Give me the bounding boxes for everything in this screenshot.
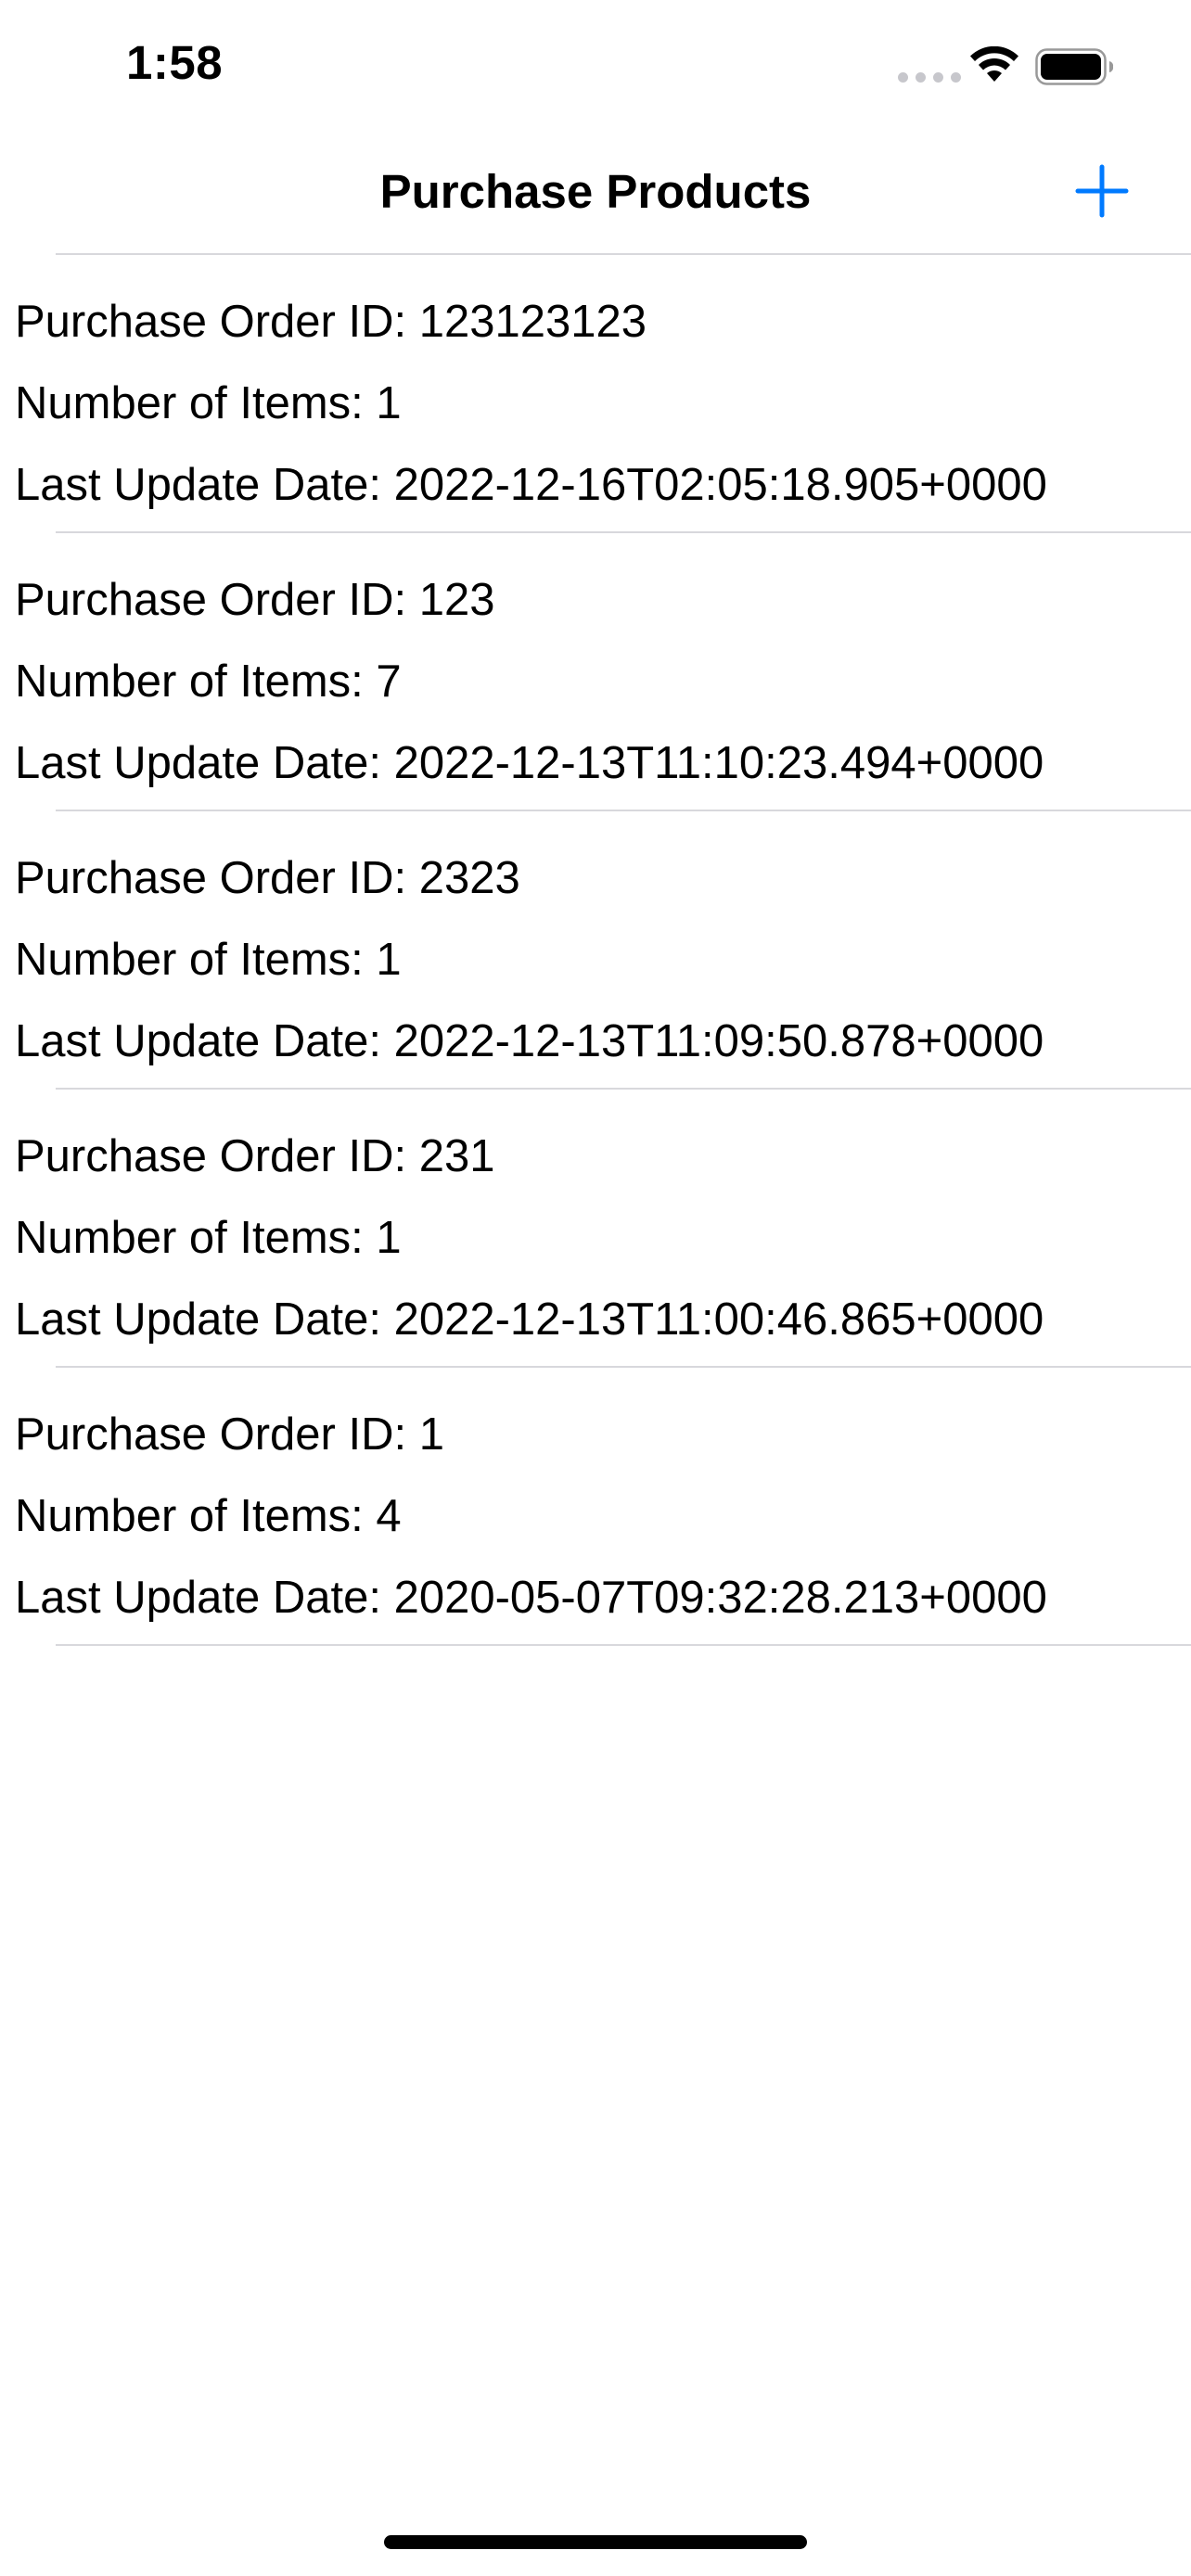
number-of-items: Number of Items: 1 <box>15 935 402 985</box>
number-of-items: Number of Items: 4 <box>15 1491 402 1541</box>
home-indicator[interactable] <box>384 2535 807 2549</box>
purchase-order-id: Purchase Order ID: 2323 <box>15 853 520 903</box>
list-separator <box>56 1644 1191 1646</box>
purchase-order-list: Purchase Order ID: 123123123 Number of I… <box>0 253 1191 1646</box>
list-item[interactable]: Purchase Order ID: 123123123 Number of I… <box>0 255 1191 531</box>
last-update-date: Last Update Date: 2022-12-13T11:09:50.87… <box>15 1016 1044 1066</box>
add-button[interactable] <box>1074 163 1130 219</box>
purchase-order-id: Purchase Order ID: 1 <box>15 1409 444 1460</box>
list-item[interactable]: Purchase Order ID: 231 Number of Items: … <box>0 1090 1191 1366</box>
purchase-order-id: Purchase Order ID: 231 <box>15 1131 495 1181</box>
page-title: Purchase Products <box>379 165 812 218</box>
last-update-date: Last Update Date: 2022-12-13T11:10:23.49… <box>15 738 1044 788</box>
plus-icon <box>1075 164 1129 218</box>
screen: 1:58 Purchase Products Purchase Order ID… <box>0 0 1191 2576</box>
status-bar: 1:58 <box>0 0 1191 130</box>
last-update-date: Last Update Date: 2022-12-13T11:00:46.86… <box>15 1294 1044 1345</box>
status-time: 1:58 <box>126 36 224 89</box>
list-item[interactable]: Purchase Order ID: 1 Number of Items: 4 … <box>0 1368 1191 1644</box>
cellular-signal-icon <box>898 72 961 83</box>
last-update-date: Last Update Date: 2022-12-16T02:05:18.90… <box>15 460 1047 510</box>
wifi-icon <box>970 46 1018 82</box>
list-item[interactable]: Purchase Order ID: 123 Number of Items: … <box>0 533 1191 810</box>
number-of-items: Number of Items: 7 <box>15 657 402 707</box>
number-of-items: Number of Items: 1 <box>15 378 402 428</box>
purchase-order-id: Purchase Order ID: 123123123 <box>15 297 647 347</box>
list-item[interactable]: Purchase Order ID: 2323 Number of Items:… <box>0 811 1191 1088</box>
navigation-bar: Purchase Products <box>0 130 1191 254</box>
purchase-order-id: Purchase Order ID: 123 <box>15 575 495 625</box>
last-update-date: Last Update Date: 2020-05-07T09:32:28.21… <box>15 1573 1047 1623</box>
battery-icon <box>1035 48 1114 85</box>
number-of-items: Number of Items: 1 <box>15 1213 402 1263</box>
